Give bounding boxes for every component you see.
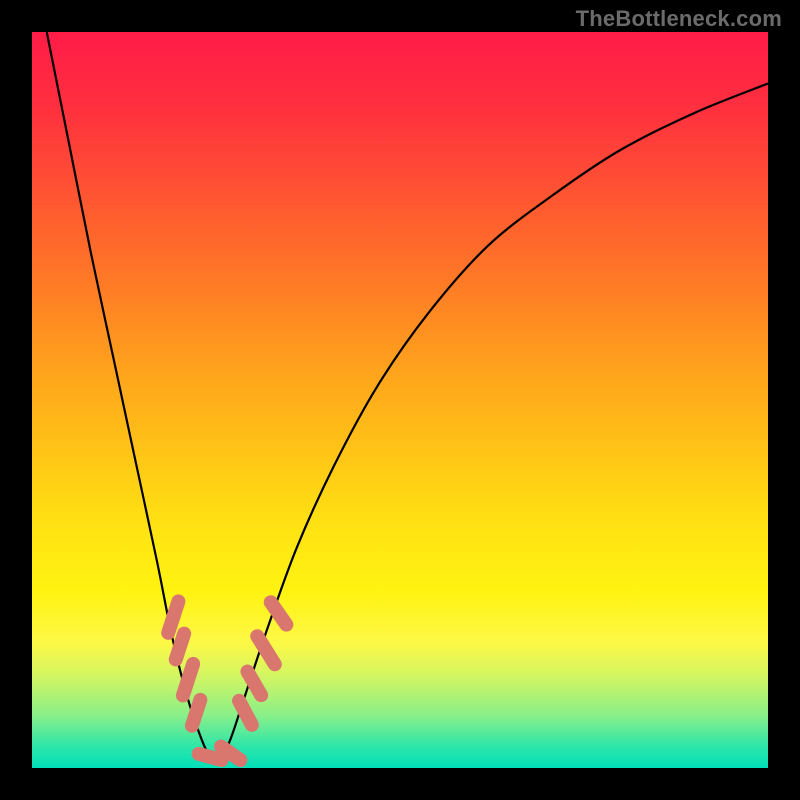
curve-group — [47, 32, 768, 763]
curve-svg — [32, 32, 768, 768]
plot-area — [32, 32, 768, 768]
bottleneck-curve — [47, 32, 768, 763]
watermark-text: TheBottleneck.com — [576, 6, 782, 32]
chart-container: TheBottleneck.com — [0, 0, 800, 800]
marker-group — [159, 593, 296, 770]
